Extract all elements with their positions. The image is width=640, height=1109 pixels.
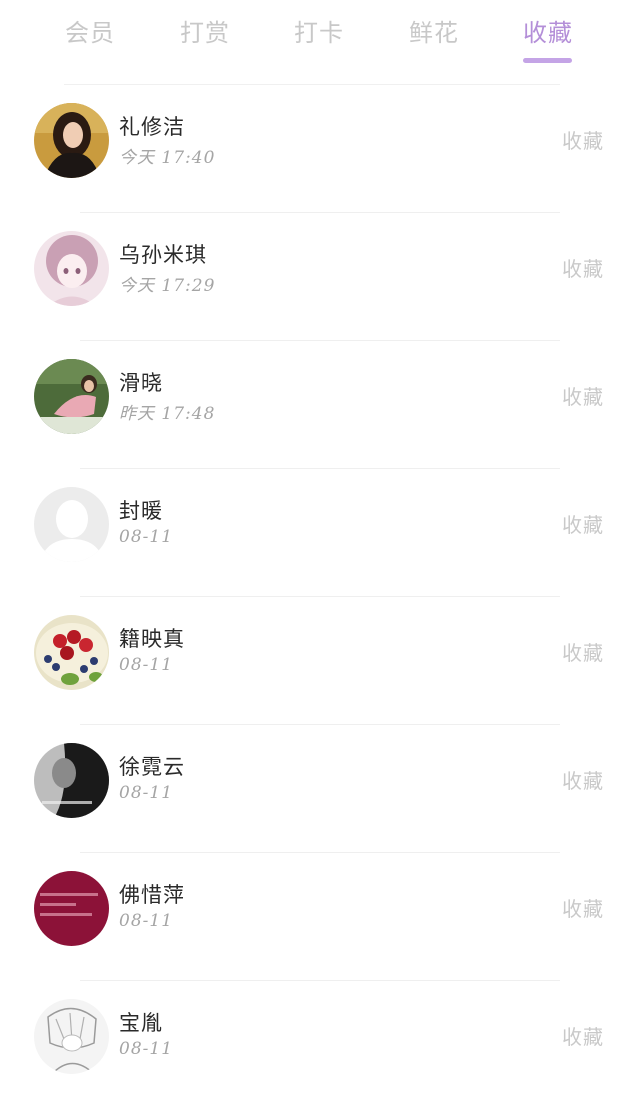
favorite-button[interactable]: 收藏 <box>562 765 604 794</box>
user-list: 礼修洁 今天 17:40 收藏 乌孙米琪 今天 17:29 收藏 滑晓 昨天 1… <box>0 85 640 1109</box>
user-name: 籍映真 <box>119 627 185 651</box>
portrait-woman-avatar[interactable] <box>34 103 109 178</box>
user-name: 佛惜萍 <box>119 883 185 907</box>
user-name: 礼修洁 <box>119 115 185 139</box>
favorite-button[interactable]: 收藏 <box>562 893 604 922</box>
tab-checkin[interactable]: 打卡 <box>274 16 364 50</box>
list-item[interactable]: 滑晓 昨天 17:48 收藏 <box>0 341 640 469</box>
timestamp: 今天 17:29 <box>119 276 216 296</box>
sketch-avatar[interactable] <box>34 999 109 1074</box>
list-item[interactable]: 佛惜萍 08-11 收藏 <box>0 853 640 981</box>
timestamp: 08-11 <box>119 783 174 803</box>
list-item[interactable]: 宝胤 08-11 收藏 <box>0 981 640 1109</box>
timestamp: 08-11 <box>119 911 174 931</box>
favorite-button[interactable]: 收藏 <box>562 381 604 410</box>
list-item[interactable]: 徐霓云 08-11 收藏 <box>0 725 640 853</box>
dark-portrait-avatar[interactable] <box>34 743 109 818</box>
favorite-button[interactable]: 收藏 <box>562 1021 604 1050</box>
fruit-tart-avatar[interactable] <box>34 615 109 690</box>
favorite-button[interactable]: 收藏 <box>562 509 604 538</box>
favorite-button[interactable]: 收藏 <box>562 125 604 154</box>
tab-flowers[interactable]: 鲜花 <box>389 16 479 50</box>
timestamp: 昨天 17:48 <box>119 404 216 424</box>
timestamp: 08-11 <box>119 527 174 547</box>
favorite-button[interactable]: 收藏 <box>562 637 604 666</box>
tab-membership[interactable]: 会员 <box>45 16 135 50</box>
tab-favorites[interactable]: 收藏 <box>503 16 593 50</box>
list-item[interactable]: 籍映真 08-11 收藏 <box>0 597 640 725</box>
timestamp: 08-11 <box>119 655 174 675</box>
list-item[interactable]: 乌孙米琪 今天 17:29 收藏 <box>0 213 640 341</box>
user-name: 封暖 <box>119 499 163 523</box>
timestamp: 今天 17:40 <box>119 148 216 168</box>
timestamp: 08-11 <box>119 1039 174 1059</box>
anime-girl-avatar[interactable] <box>34 231 109 306</box>
default-person-avatar[interactable] <box>34 487 109 562</box>
red-text-avatar[interactable] <box>34 871 109 946</box>
active-tab-indicator <box>523 58 572 63</box>
list-item[interactable]: 封暖 08-11 收藏 <box>0 469 640 597</box>
tab-bar: 会员 打赏 打卡 鲜花 收藏 <box>0 0 640 70</box>
user-name: 徐霓云 <box>119 755 185 779</box>
woman-garden-avatar[interactable] <box>34 359 109 434</box>
list-item[interactable]: 礼修洁 今天 17:40 收藏 <box>0 85 640 213</box>
tab-tips[interactable]: 打赏 <box>160 16 250 50</box>
user-name: 宝胤 <box>119 1011 163 1035</box>
favorite-button[interactable]: 收藏 <box>562 253 604 282</box>
user-name: 滑晓 <box>119 371 163 395</box>
user-name: 乌孙米琪 <box>119 243 207 267</box>
